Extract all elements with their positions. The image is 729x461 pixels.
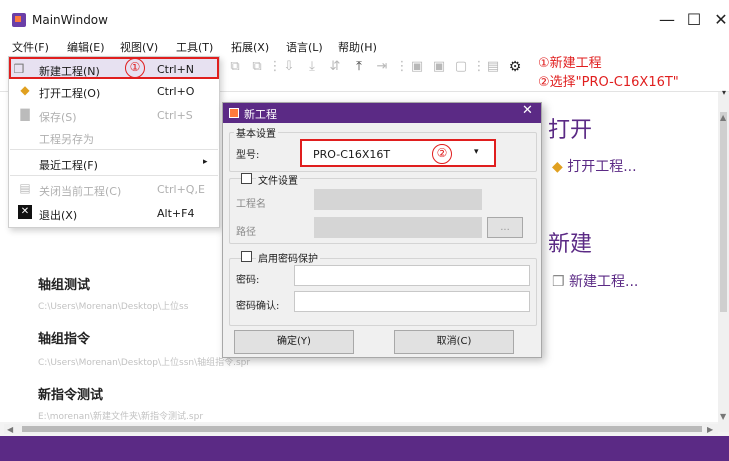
status-bar xyxy=(0,436,729,461)
dialog-app-icon xyxy=(229,108,239,118)
menu-item-exit[interactable]: ✕ 退出(X) Alt+F4 xyxy=(9,201,219,225)
minimize-button[interactable]: — xyxy=(655,9,679,31)
separator-icon: ⋮ xyxy=(268,59,282,74)
scroll-left-icon[interactable]: ◀ xyxy=(7,425,13,434)
new-section-title: 新建 xyxy=(548,232,593,257)
menu-file[interactable]: 文件(F) xyxy=(12,39,49,55)
annotation-step1: ①新建工程 xyxy=(538,56,602,71)
new-project-link[interactable]: ❒ 新建工程... xyxy=(552,271,638,291)
toolbar-expand-icon[interactable]: ▾ xyxy=(722,88,726,97)
menu-item-save-as: 工程另存为 xyxy=(39,133,94,146)
board-icon[interactable]: ▤ xyxy=(486,60,500,74)
upload-icon[interactable]: ⤒ xyxy=(352,60,366,74)
close-project-icon: ▤ xyxy=(19,181,31,195)
menu-edit[interactable]: 编辑(E) xyxy=(67,39,105,55)
open-section-title: 打开 xyxy=(548,118,593,143)
project-name-input[interactable] xyxy=(314,189,482,210)
scroll-up-icon[interactable]: ▲ xyxy=(720,113,726,122)
close-button[interactable]: ✕ xyxy=(709,9,729,31)
maximize-button[interactable]: ☐ xyxy=(682,9,706,31)
recent-project-title[interactable]: 轴组测试 xyxy=(38,274,90,293)
step-icon[interactable]: ⇥ xyxy=(375,60,389,74)
browse-button[interactable]: ... xyxy=(487,217,523,238)
dialog-title: 新工程 xyxy=(244,108,277,121)
submenu-arrow-icon: ▸ xyxy=(203,157,208,167)
password-checkbox[interactable] xyxy=(241,251,252,262)
dialog-close-icon[interactable]: ✕ xyxy=(522,103,533,118)
project-name-label: 工程名 xyxy=(236,199,266,210)
ok-button[interactable]: 确定(Y) xyxy=(234,330,354,354)
gear-icon[interactable]: ⚙ xyxy=(508,60,522,74)
download-icon[interactable]: ⇩ xyxy=(282,60,296,74)
menu-item-new-project[interactable]: ❒ 新建工程(N) Ctrl+N xyxy=(9,57,219,79)
title-bar xyxy=(0,0,729,34)
menu-item-save: ▇ 保存(S) Ctrl+S xyxy=(9,103,219,127)
separator-icon: ⋮ xyxy=(395,59,409,74)
menu-extend[interactable]: 拓展(X) xyxy=(231,39,269,55)
menu-view[interactable]: 视图(V) xyxy=(120,39,158,55)
menu-separator xyxy=(10,175,218,176)
menu-separator xyxy=(10,149,218,150)
exit-icon: ✕ xyxy=(18,205,32,219)
new-project-icon: ❒ xyxy=(13,62,25,76)
recent-project-path: C:\Users\Morenan\Desktop\上位ssn\轴组指令.spr xyxy=(38,358,251,368)
annotation-step2: ②选择"PRO-C16X16T" xyxy=(538,75,679,90)
menu-help[interactable]: 帮助(H) xyxy=(338,39,377,55)
recent-project-path: C:\Users\Morenan\Desktop\上位ss xyxy=(38,302,189,312)
chevron-down-icon: ▾ xyxy=(474,147,479,157)
app-icon xyxy=(12,13,26,27)
password-confirm-label: 密码确认: xyxy=(236,301,280,312)
open-folder-icon: ◆ xyxy=(20,83,30,97)
path-input[interactable] xyxy=(314,217,482,238)
paste-icon[interactable]: ⧉ xyxy=(250,60,264,74)
basic-settings-legend: 基本设置 xyxy=(234,125,278,140)
upload-all-icon[interactable]: ⇵ xyxy=(328,60,342,74)
step-marker-1: ① xyxy=(125,58,145,78)
scroll-down-icon[interactable]: ▼ xyxy=(720,412,726,421)
separator-icon: ⋮ xyxy=(472,59,486,74)
download-alt-icon[interactable]: ⤓ xyxy=(305,60,319,74)
menu-item-close-project: ▤ 关闭当前工程(C) Ctrl+Q,E xyxy=(19,181,205,198)
save-icon: ▇ xyxy=(20,107,30,121)
file-settings-checkbox[interactable] xyxy=(241,173,252,184)
horizontal-scroll-thumb[interactable] xyxy=(22,426,702,432)
menu-item-recent-projects[interactable]: 最近工程(F) ▸ xyxy=(9,151,219,175)
menu-tools[interactable]: 工具(T) xyxy=(176,39,213,55)
password-input[interactable] xyxy=(294,265,530,286)
monitor-alt-icon[interactable]: ▣ xyxy=(432,60,446,74)
password-label: 密码: xyxy=(236,275,260,286)
model-select[interactable]: PRO-C16X16T ▾ xyxy=(300,139,496,167)
copy-icon[interactable]: ⧉ xyxy=(228,60,242,74)
menu-item-open-project[interactable]: ◆ 打开工程(O) Ctrl+O xyxy=(9,79,219,103)
step-marker-2: ② xyxy=(432,144,452,164)
model-label: 型号: xyxy=(236,150,260,161)
new-project-icon: ❒ xyxy=(552,274,570,290)
recent-project-title[interactable]: 轴组指令 xyxy=(38,328,90,347)
window-title: MainWindow xyxy=(32,13,108,27)
menu-language[interactable]: 语言(L) xyxy=(286,39,323,55)
open-project-link[interactable]: ◆ 打开工程... xyxy=(552,156,637,176)
recent-project-title[interactable]: 新指令测试 xyxy=(38,384,103,403)
path-label: 路径 xyxy=(236,227,256,238)
scroll-right-icon[interactable]: ▶ xyxy=(707,425,713,434)
file-settings-legend: 文件设置 xyxy=(256,172,300,187)
screen-icon[interactable]: ▢ xyxy=(454,60,468,74)
open-folder-icon: ◆ xyxy=(552,159,568,175)
password-confirm-input[interactable] xyxy=(294,291,530,312)
password-legend: 启用密码保护 xyxy=(256,250,320,265)
monitor-icon[interactable]: ▣ xyxy=(410,60,424,74)
cancel-button[interactable]: 取消(C) xyxy=(394,330,514,354)
vertical-scroll-thumb[interactable] xyxy=(720,112,727,312)
recent-project-path: E:\morenan\新建文件夹\新指令测试.spr xyxy=(38,412,204,422)
